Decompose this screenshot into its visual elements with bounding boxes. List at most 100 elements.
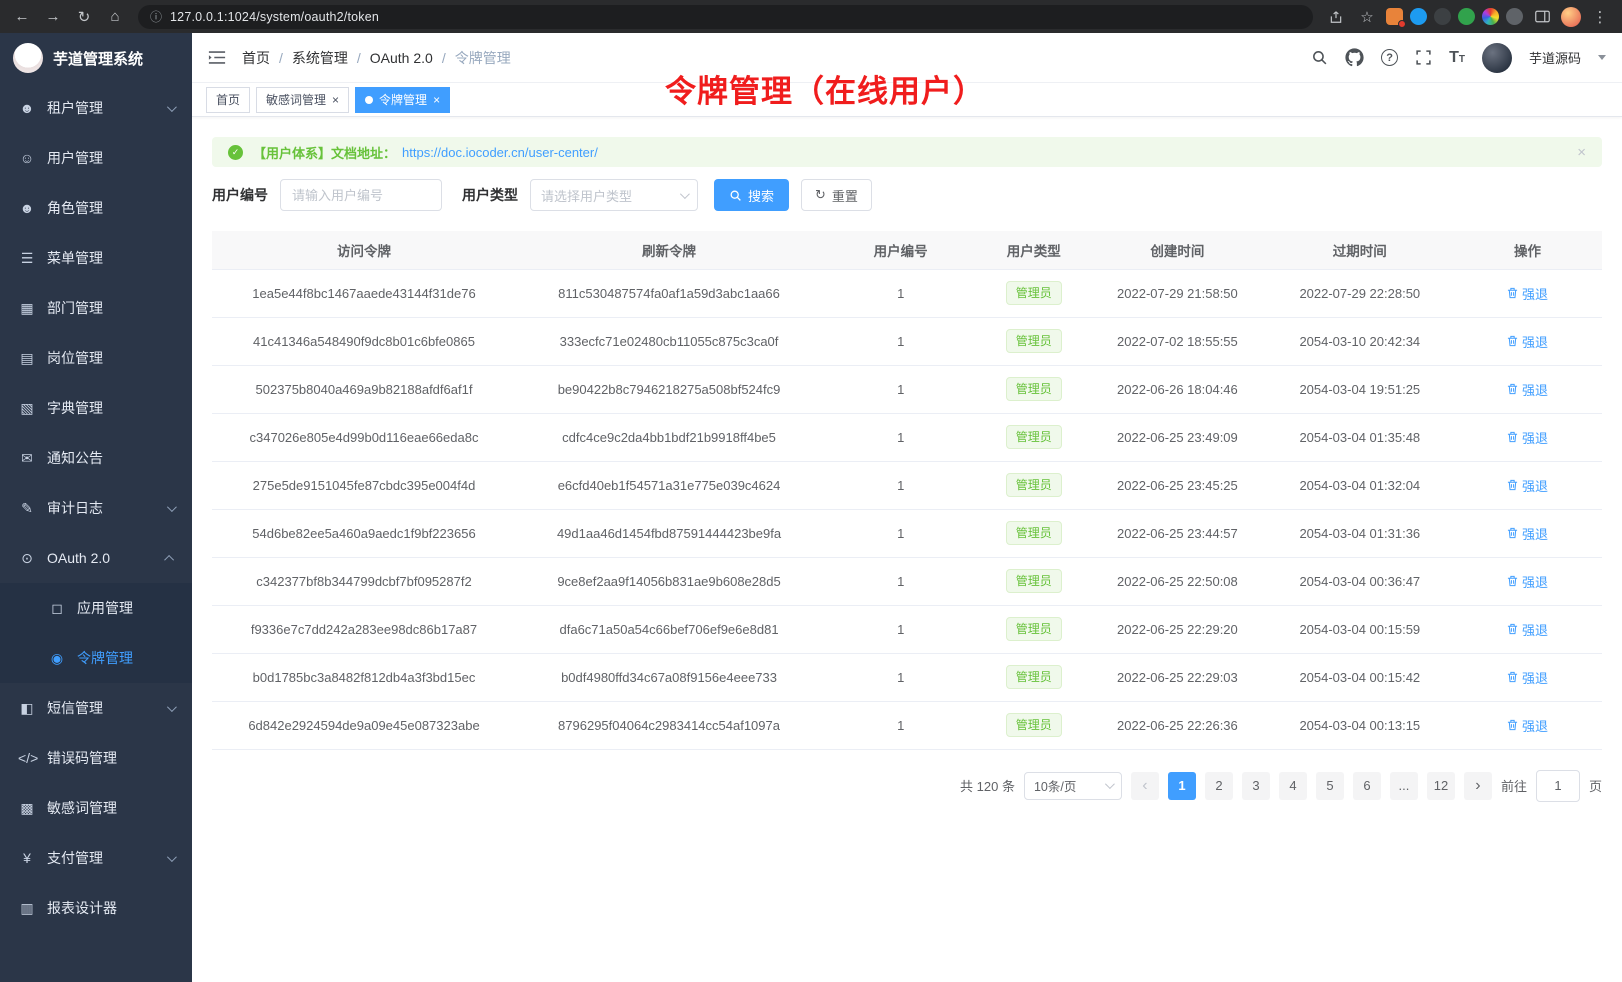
force-logout-button[interactable]: 强退 <box>1507 380 1548 399</box>
sidebar-item-token[interactable]: ◉令牌管理 <box>0 633 192 683</box>
address-bar[interactable]: ⓘ 127.0.0.1:1024/system/oauth2/token <box>138 5 1313 29</box>
view-tab[interactable]: 令牌管理× <box>355 87 450 113</box>
reset-button[interactable]: ↻ 重置 <box>801 179 872 211</box>
user-avatar[interactable] <box>1482 43 1512 73</box>
user-type-cell: 管理员 <box>979 557 1088 605</box>
main-area: 首页/系统管理/OAuth 2.0/令牌管理 ? TT 芋道源码 首页敏感词管理… <box>192 33 1622 982</box>
column-header: 刷新令牌 <box>516 231 822 269</box>
sidebar-item-report-designer[interactable]: ▥报表设计器 <box>0 883 192 933</box>
table-row: 275e5de9151045fe87cbdc395e004f4de6cfd40e… <box>212 461 1602 509</box>
breadcrumb-item[interactable]: 首页 <box>242 48 270 68</box>
forward-icon[interactable]: → <box>41 6 65 28</box>
page-button-6[interactable]: 6 <box>1353 772 1381 800</box>
browser-menu-icon[interactable]: ⋮ <box>1588 6 1612 28</box>
collapse-sidebar-icon[interactable] <box>208 50 226 65</box>
sidebar-item-notice[interactable]: ✉通知公告 <box>0 433 192 483</box>
page-button-5[interactable]: 5 <box>1316 772 1344 800</box>
sidebar-item-role[interactable]: ☻角色管理 <box>0 183 192 233</box>
next-page-button[interactable]: › <box>1464 772 1492 800</box>
page-more-button[interactable]: ... <box>1390 772 1418 800</box>
access-token-cell: 6d842e2924594de9a09e45e087323abe <box>212 701 516 749</box>
doc-link[interactable]: https://doc.iocoder.cn/user-center/ <box>402 145 598 160</box>
user-type-select[interactable]: 请选择用户类型 <box>530 179 698 211</box>
sidebar-item-menu[interactable]: ☰菜单管理 <box>0 233 192 283</box>
app-window: 芋道管理系统 ☻租户管理☺用户管理☻角色管理☰菜单管理▦部门管理▤岗位管理▧字典… <box>0 33 1622 982</box>
user-id-input[interactable] <box>280 179 442 211</box>
share-icon[interactable] <box>1324 6 1348 28</box>
table-row: f9336e7c7dd242a283ee98dc86b17a87dfa6c71a… <box>212 605 1602 653</box>
force-logout-button[interactable]: 强退 <box>1507 332 1548 351</box>
sidebar-item-dict[interactable]: ▧字典管理 <box>0 383 192 433</box>
force-logout-button[interactable]: 强退 <box>1507 524 1548 543</box>
user-id-label: 用户编号 <box>212 185 268 205</box>
side-panel-icon[interactable] <box>1530 6 1554 28</box>
sidebar-item-audit-log[interactable]: ✎审计日志 <box>0 483 192 533</box>
back-icon[interactable]: ← <box>10 6 34 28</box>
prev-page-button[interactable]: ‹ <box>1131 772 1159 800</box>
access-token-cell: 41c41346a548490f9dc8b01c6bfe0865 <box>212 317 516 365</box>
sidebar-item-dept[interactable]: ▦部门管理 <box>0 283 192 333</box>
app-logo-row[interactable]: 芋道管理系统 <box>0 33 192 83</box>
tab-close-icon[interactable]: × <box>332 94 339 106</box>
help-icon[interactable]: ? <box>1381 49 1398 66</box>
site-info-icon[interactable]: ⓘ <box>150 8 162 25</box>
force-logout-button[interactable]: 强退 <box>1507 668 1548 687</box>
page-size-select[interactable]: 10条/页 <box>1024 772 1122 800</box>
force-logout-button[interactable]: 强退 <box>1507 572 1548 591</box>
breadcrumb-item[interactable]: 系统管理 <box>292 48 348 68</box>
force-logout-button[interactable]: 强退 <box>1507 476 1548 495</box>
extension-icon[interactable] <box>1482 8 1499 25</box>
extension-icon[interactable] <box>1386 8 1403 25</box>
delete-icon <box>1507 383 1518 395</box>
github-icon[interactable] <box>1345 48 1364 67</box>
page-button-1[interactable]: 1 <box>1168 772 1196 800</box>
sidebar-item-app[interactable]: ◻应用管理 <box>0 583 192 633</box>
sidebar-item-error-code[interactable]: </>错误码管理 <box>0 733 192 783</box>
user-id-cell: 1 <box>822 701 979 749</box>
page-button-12[interactable]: 12 <box>1427 772 1455 800</box>
table-row: 41c41346a548490f9dc8b01c6bfe0865333ecfc7… <box>212 317 1602 365</box>
breadcrumb-separator: / <box>357 50 361 66</box>
bookmark-star-icon[interactable]: ☆ <box>1355 6 1379 28</box>
goto-page-input[interactable] <box>1536 770 1580 802</box>
sidebar-item-post[interactable]: ▤岗位管理 <box>0 333 192 383</box>
force-logout-button[interactable]: 强退 <box>1507 284 1548 303</box>
search-button-label: 搜索 <box>748 186 774 205</box>
home-icon[interactable]: ⌂ <box>103 6 127 28</box>
view-tab[interactable]: 敏感词管理× <box>256 87 349 113</box>
access-token-cell: 1ea5e44f8bc1467aaede43144f31de76 <box>212 269 516 317</box>
username[interactable]: 芋道源码 <box>1529 48 1581 67</box>
force-logout-button[interactable]: 强退 <box>1507 620 1548 639</box>
sidebar-item-sms[interactable]: ◧短信管理 <box>0 683 192 733</box>
force-logout-button[interactable]: 强退 <box>1507 428 1548 447</box>
close-icon[interactable]: × <box>1577 144 1586 161</box>
extension-icon[interactable] <box>1458 8 1475 25</box>
page-button-2[interactable]: 2 <box>1205 772 1233 800</box>
search-icon[interactable] <box>1311 49 1328 66</box>
expire-time-cell: 2054-03-04 19:51:25 <box>1267 365 1454 413</box>
font-size-icon[interactable]: TT <box>1449 50 1465 66</box>
extension-icon[interactable] <box>1434 8 1451 25</box>
sidebar-item-tenant[interactable]: ☻租户管理 <box>0 83 192 133</box>
page-button-3[interactable]: 3 <box>1242 772 1270 800</box>
sidebar-item-pay[interactable]: ¥支付管理 <box>0 833 192 883</box>
sidebar-item-user[interactable]: ☺用户管理 <box>0 133 192 183</box>
sidebar-item-oauth2[interactable]: ⊙OAuth 2.0 <box>0 533 192 583</box>
chevron-down-icon[interactable] <box>1598 55 1606 60</box>
table-row: 502375b8040a469a9b82188afdf6af1fbe90422b… <box>212 365 1602 413</box>
force-logout-button[interactable]: 强退 <box>1507 716 1548 735</box>
action-cell: 强退 <box>1453 557 1602 605</box>
tab-close-icon[interactable]: × <box>433 94 440 106</box>
sidebar-item-sensitive-word[interactable]: ▩敏感词管理 <box>0 783 192 833</box>
search-button[interactable]: 搜索 <box>714 179 789 211</box>
fullscreen-icon[interactable] <box>1415 49 1432 66</box>
browser-profile-avatar[interactable] <box>1561 7 1581 27</box>
page-button-4[interactable]: 4 <box>1279 772 1307 800</box>
user-type-badge: 管理员 <box>1006 569 1062 594</box>
chevron-down-icon <box>167 702 177 712</box>
extension-icon[interactable] <box>1410 8 1427 25</box>
view-tab[interactable]: 首页 <box>206 87 250 113</box>
extension-icon[interactable] <box>1506 8 1523 25</box>
breadcrumb-item[interactable]: OAuth 2.0 <box>370 50 433 66</box>
refresh-icon[interactable]: ↻ <box>72 6 96 28</box>
